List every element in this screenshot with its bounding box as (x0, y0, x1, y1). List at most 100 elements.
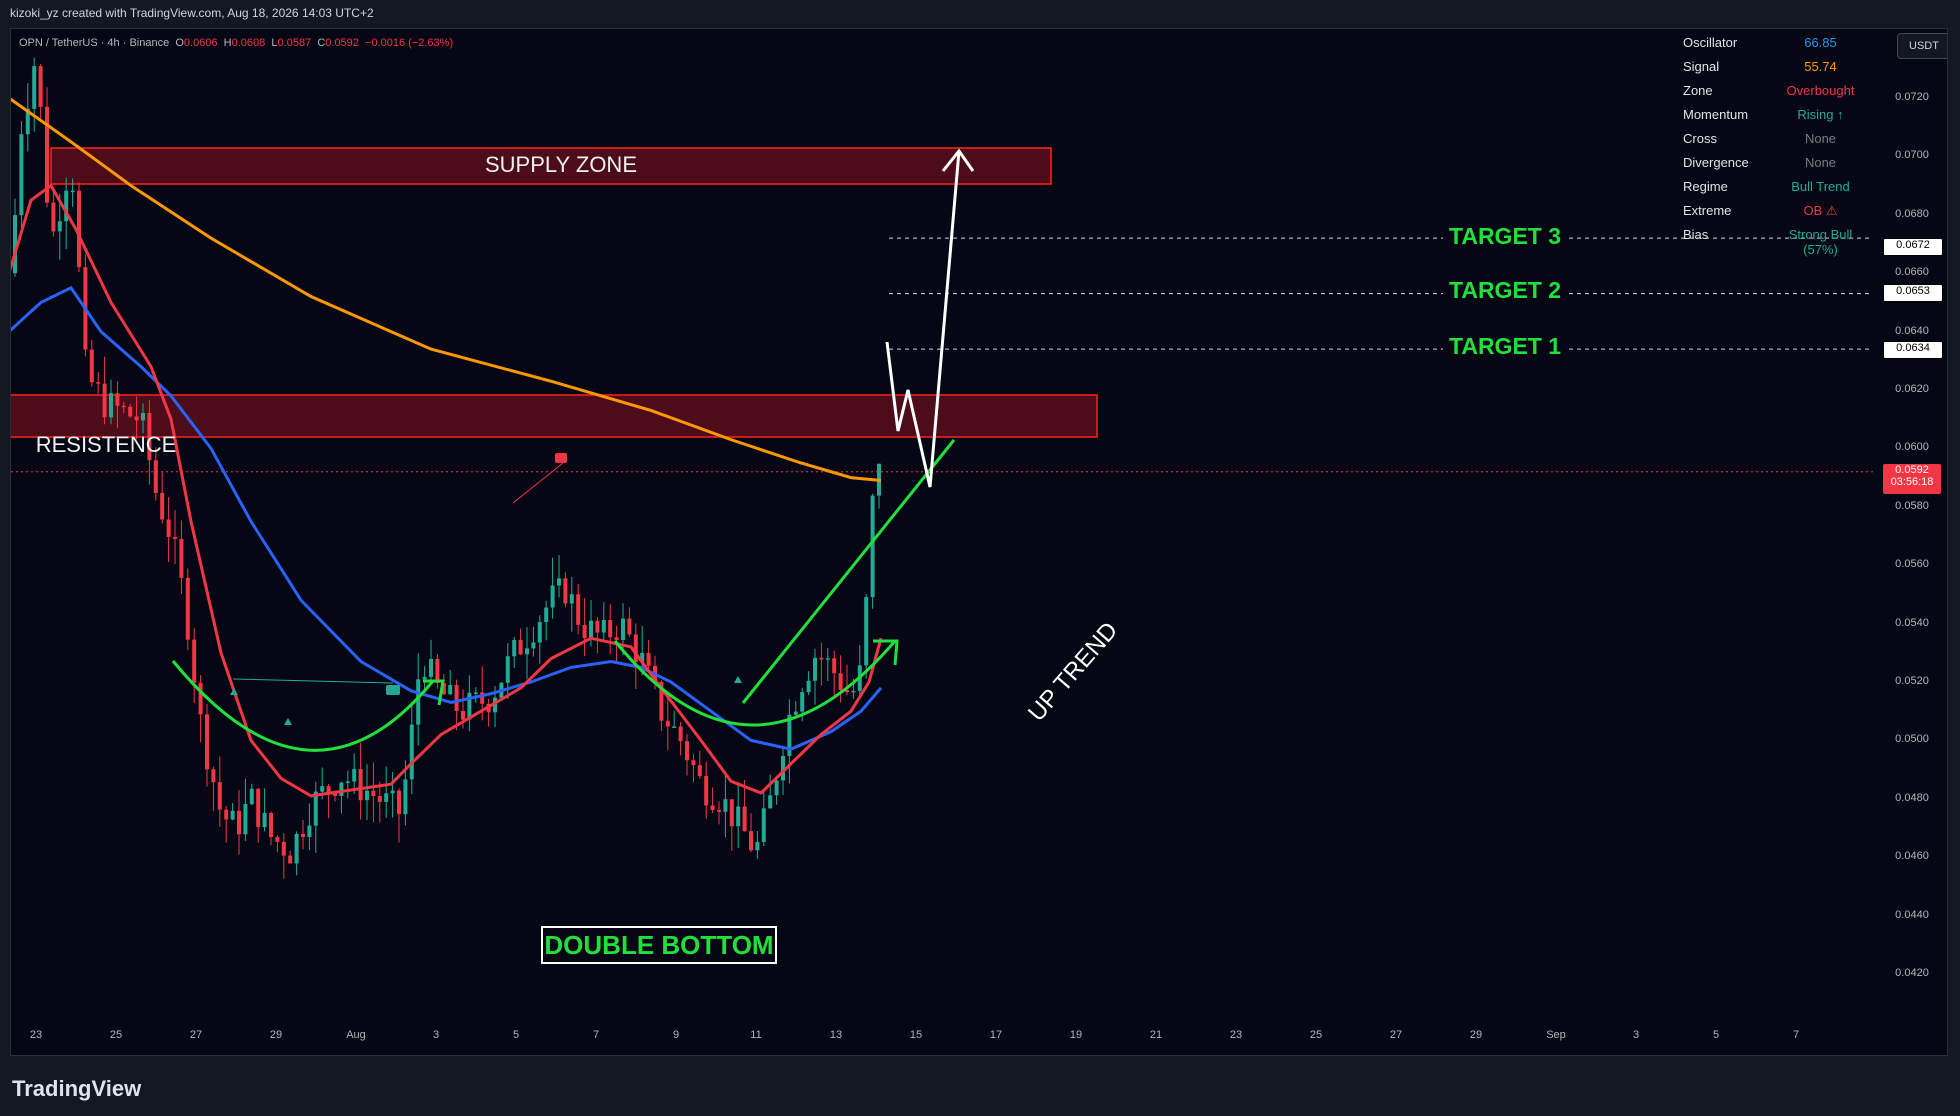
candle-body (537, 622, 542, 643)
candle-body (742, 806, 747, 832)
time-tick: 9 (672, 1029, 680, 1041)
candle-body (825, 658, 830, 660)
candle-body (864, 597, 869, 666)
candle-body (569, 594, 574, 604)
candle-body (723, 799, 728, 812)
candle-body (51, 202, 56, 232)
time-tick: 5 (1712, 1029, 1720, 1041)
candle-body (320, 786, 325, 792)
ema-slow-line (11, 285, 883, 751)
candle-body (288, 855, 293, 864)
bullish-badge (386, 685, 400, 695)
time-tick: 25 (109, 1029, 123, 1041)
candle-body (38, 66, 43, 107)
candle-body (160, 492, 165, 520)
candle-body (793, 711, 798, 715)
arrow-head-left (423, 679, 445, 706)
candle-body (371, 790, 376, 797)
time-tick: 21 (1149, 1029, 1163, 1041)
panel-label: Oscillator (1683, 35, 1738, 50)
candle-body (205, 714, 209, 770)
high-value: 0.0608 (231, 37, 266, 49)
candle-body (32, 66, 37, 109)
candle-body (870, 495, 875, 598)
high-label: H (223, 37, 232, 49)
candle-body (435, 658, 440, 683)
candle-body (576, 594, 581, 625)
currency-button[interactable]: USDT (1897, 33, 1947, 59)
panel-value: None (1804, 131, 1837, 146)
target1-label: TARGET 1 (1443, 333, 1568, 360)
chart-pane[interactable]: OPN / TetherUS · 4h · Binance O0.0606 H0… (10, 28, 1948, 1056)
candle-body (672, 726, 677, 728)
candle-body (141, 412, 145, 421)
candle-body (813, 657, 817, 681)
buy-signal-marker (284, 718, 292, 725)
candle-body (237, 810, 241, 835)
bull-divergence-line (232, 678, 394, 684)
candle-body (339, 782, 344, 796)
panel-row: Cross None (1683, 131, 1863, 155)
tradingview-logo[interactable]: TradingView (12, 1076, 141, 1102)
panel-label: Momentum (1683, 107, 1749, 122)
candle-body (269, 813, 273, 837)
time-tick: 13 (829, 1029, 843, 1041)
candle-body (729, 799, 734, 827)
candle-body (179, 539, 184, 578)
candle-body (307, 825, 312, 838)
candle-body (512, 639, 517, 657)
oscillator-status-panel: Oscillator 66.85 Signal 55.74 Zone Overbought… (1683, 35, 1863, 257)
candle-body (397, 790, 401, 815)
open-label: O (175, 37, 184, 49)
double-bottom-curve-right (613, 640, 897, 727)
candle-body (678, 726, 683, 742)
price-tick: 0.0660 (1895, 266, 1929, 279)
candle-body (134, 416, 139, 421)
candle-body (358, 768, 363, 801)
time-tick: 23 (29, 1029, 43, 1041)
candle-body (77, 190, 81, 268)
time-tick: 17 (989, 1029, 1003, 1041)
panel-value: Bull Trend (1791, 179, 1850, 194)
candle-body (19, 134, 24, 216)
bar-countdown: 03:56:18 (1890, 476, 1934, 488)
candle-body (505, 656, 510, 683)
symbol-name[interactable]: OPN / TetherUS · 4h · Binance (19, 37, 169, 49)
panel-value: Rising ↑ (1797, 107, 1844, 122)
candle-body (422, 676, 427, 680)
candle-body (665, 720, 670, 727)
price-tick: 0.0440 (1895, 908, 1929, 921)
candle-body (249, 788, 254, 805)
candle-body (166, 519, 171, 538)
candle-body (736, 806, 741, 827)
time-tick: 19 (1069, 1029, 1083, 1041)
candle-body (851, 690, 856, 693)
panel-value: 66.85 (1804, 35, 1837, 50)
candle-body (589, 620, 593, 639)
price-tick: 0.0580 (1895, 499, 1929, 512)
candle-body (461, 710, 465, 720)
price-tick: 0.0480 (1895, 791, 1929, 804)
time-tick: Sep (1546, 1029, 1566, 1041)
price-tick: 0.0720 (1895, 91, 1929, 103)
candle-body (550, 585, 555, 608)
bottom-bar: TradingView (0, 1056, 1960, 1116)
candle-body (774, 780, 779, 796)
candle-body (646, 652, 651, 666)
close-value: 0.0592 (325, 37, 359, 49)
candle-body (838, 673, 843, 690)
candle-body (384, 793, 389, 802)
candle-body (717, 810, 721, 812)
target1-price-tag: 0.0634 (1883, 341, 1943, 359)
candle-body (365, 790, 369, 801)
double-bottom-label: DOUBLE BOTTOM (541, 926, 777, 964)
price-tick: 0.0680 (1895, 207, 1929, 220)
candle-body (768, 795, 773, 809)
candle-body (518, 639, 523, 655)
candle-body (601, 619, 606, 633)
target3-price-tag: 0.0672 (1883, 238, 1943, 256)
target3-label: TARGET 3 (1443, 223, 1568, 250)
panel-row: Zone Overbought (1683, 83, 1863, 107)
price-tick: 0.0700 (1895, 149, 1929, 162)
panel-value: None (1804, 155, 1837, 170)
